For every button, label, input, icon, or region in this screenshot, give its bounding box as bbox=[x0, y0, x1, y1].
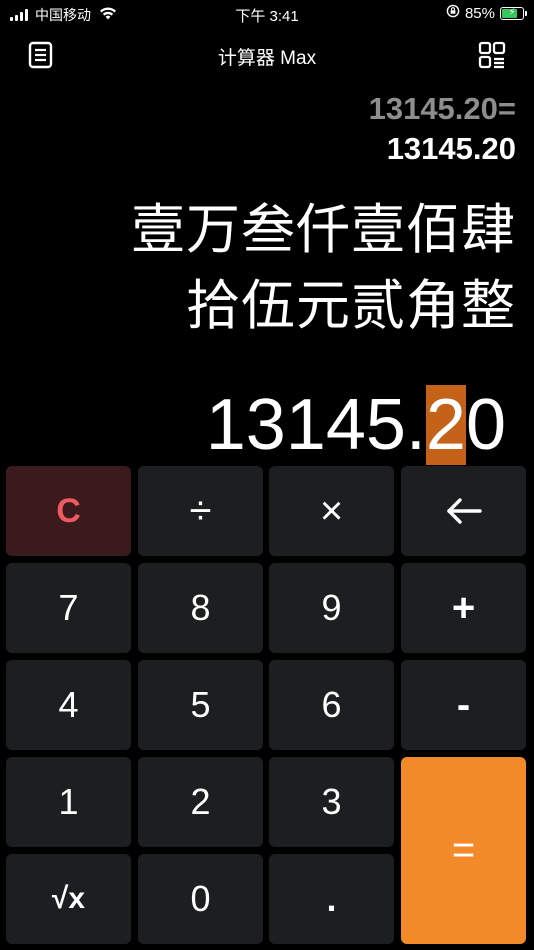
digit-3-button[interactable]: 3 bbox=[269, 757, 394, 847]
plus-button[interactable]: + bbox=[401, 563, 526, 653]
main-display-selected-digit[interactable]: 2 bbox=[425, 385, 466, 465]
main-display-before: 13145. bbox=[205, 385, 426, 465]
digit-0-button[interactable]: 0 bbox=[138, 854, 263, 944]
status-bar: 中国移动 下午 3:41 85% ⚡ bbox=[0, 0, 534, 28]
square-root-button[interactable]: √x bbox=[6, 854, 131, 944]
digit-6-button[interactable]: 6 bbox=[269, 660, 394, 750]
status-right: 85% ⚡ bbox=[446, 4, 527, 22]
expression-display: 13145.20= bbox=[368, 91, 516, 126]
main-display-after: 0 bbox=[465, 385, 506, 465]
orientation-lock-icon bbox=[446, 4, 460, 22]
page-title: 计算器 Max bbox=[217, 48, 317, 69]
digit-9-button[interactable]: 9 bbox=[269, 563, 394, 653]
digit-7-button[interactable]: 7 bbox=[6, 563, 131, 653]
battery-icon: ⚡ bbox=[500, 6, 527, 20]
chinese-amount-line1: 壹万叁仟壹佰肆 bbox=[131, 200, 516, 260]
chinese-amount-line2: 拾伍元贰角整 bbox=[186, 276, 516, 336]
clear-button[interactable]: C bbox=[6, 466, 131, 556]
multiply-button[interactable]: × bbox=[269, 466, 394, 556]
nav-bar: 计算器 Max bbox=[0, 28, 534, 82]
chinese-amount: 壹万叁仟壹佰肆 拾伍元贰角整 bbox=[36, 192, 516, 344]
backspace-button[interactable] bbox=[401, 466, 526, 556]
equals-button[interactable]: = bbox=[401, 757, 526, 944]
result-display: 13145.20 bbox=[386, 131, 516, 166]
digit-8-button[interactable]: 8 bbox=[138, 563, 263, 653]
backspace-arrow-icon bbox=[446, 498, 482, 524]
digit-4-button[interactable]: 4 bbox=[6, 660, 131, 750]
qr-grid-icon[interactable] bbox=[478, 41, 506, 69]
digit-5-button[interactable]: 5 bbox=[138, 660, 263, 750]
keypad: C ÷ × 7 8 9 + 4 5 6 - 1 2 3 = √x 0 . bbox=[6, 466, 526, 944]
digit-1-button[interactable]: 1 bbox=[6, 757, 131, 847]
digit-2-button[interactable]: 2 bbox=[138, 757, 263, 847]
minus-button[interactable]: - bbox=[401, 660, 526, 750]
divide-button[interactable]: ÷ bbox=[138, 466, 263, 556]
battery-percent: 85% bbox=[464, 4, 495, 22]
main-input-display[interactable]: 13145.20 bbox=[205, 385, 506, 465]
decimal-point-button[interactable]: . bbox=[269, 854, 394, 944]
